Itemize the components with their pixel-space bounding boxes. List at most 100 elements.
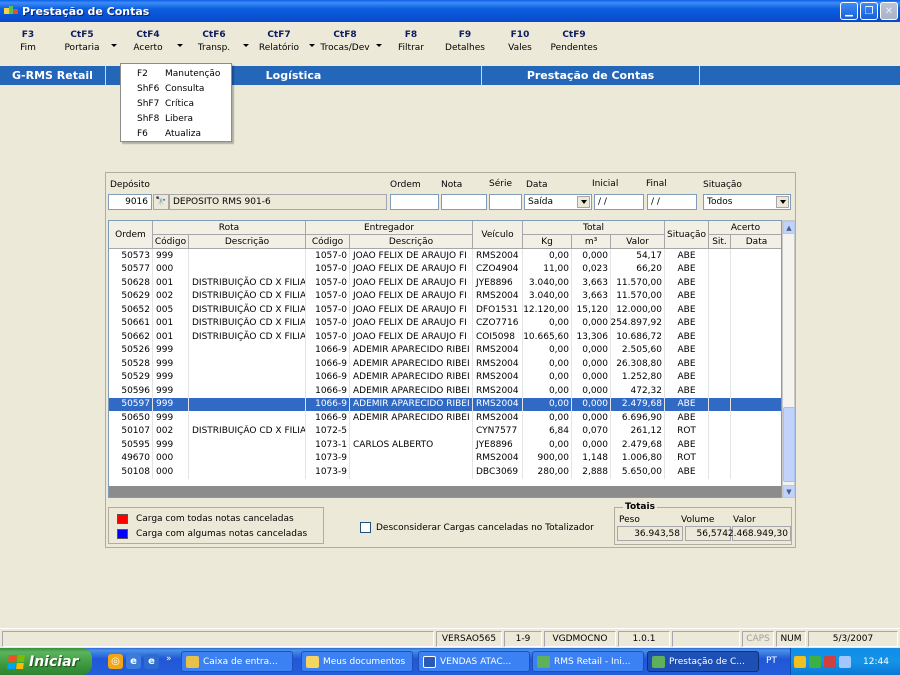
menu-item-consulta[interactable]: ShF6 Consulta	[121, 82, 231, 97]
tray-icon[interactable]	[824, 655, 836, 668]
tool-portaria[interactable]: CtF5 Portaria	[62, 30, 102, 53]
tray-icon[interactable]	[794, 655, 806, 668]
tool-trocas-dev[interactable]: CtF8 Trocas/Dev	[318, 30, 372, 53]
chevron-down-icon[interactable]	[177, 44, 183, 47]
start-button[interactable]: Iniciar	[0, 648, 92, 675]
cell-rota-codigo: 005	[153, 303, 189, 317]
scroll-up-button[interactable]: ▲	[783, 221, 795, 234]
language-indicator[interactable]: PT	[766, 656, 777, 666]
header-ent-codigo[interactable]: Código	[306, 235, 350, 249]
table-row[interactable]: 50595 999 1073-1 CARLOS ALBERTO JYE8896 0,00 0…	[109, 438, 781, 452]
table-row[interactable]: 50573 999 1057-0 JOAO FELIX DE ARAUJO FI RMS…	[109, 249, 781, 263]
header-situacao[interactable]: Situação	[665, 221, 709, 249]
header-valor[interactable]: Valor	[611, 235, 665, 249]
chevron-down-icon[interactable]	[577, 196, 590, 208]
chevron-down-icon[interactable]	[111, 44, 117, 47]
tool-acerto[interactable]: CtF4 Acerto	[128, 30, 168, 53]
table-row[interactable]: 50529 999 1066-9 ADEMIR APARECIDO RIBEI RMS2…	[109, 370, 781, 384]
chevron-down-icon[interactable]	[376, 44, 382, 47]
ie-icon[interactable]: e	[126, 654, 141, 669]
title-bar: Prestação de Contas ▁ ❐ ✕	[0, 0, 900, 22]
cell-kg: 10.665,60	[523, 330, 572, 344]
tool-pendentes[interactable]: CtF9 Pendentes	[550, 30, 598, 53]
tool-transp[interactable]: CtF6 Transp.	[194, 30, 234, 53]
close-button[interactable]: ✕	[880, 2, 898, 20]
task-prestacao[interactable]: Prestação de C...	[647, 651, 759, 672]
header-veiculo[interactable]: Veículo	[473, 221, 523, 249]
tool-filtrar[interactable]: F8 Filtrar	[396, 30, 426, 53]
final-label: Final	[646, 179, 667, 189]
header-rota-codigo[interactable]: Código	[153, 235, 189, 249]
table-row[interactable]: 50528 999 1066-9 ADEMIR APARECIDO RIBEI RMS2…	[109, 357, 781, 371]
tool-relatorio[interactable]: CtF7 Relatório	[256, 30, 302, 53]
final-input[interactable]: / /	[647, 194, 697, 210]
chevron-down-icon[interactable]	[243, 44, 249, 47]
inicial-input[interactable]: / /	[594, 194, 644, 210]
header-ent-descricao[interactable]: Descrição	[350, 235, 473, 249]
table-row[interactable]: 50662 001 DISTRIBUIÇÃO CD X FILIA 1057-0 JOA…	[109, 330, 781, 344]
table-row[interactable]: 50629 002 DISTRIBUIÇÃO CD X FILIA 1057-0 JOA…	[109, 289, 781, 303]
task-vendas[interactable]: VENDAS ATAC...	[418, 651, 530, 672]
status-build: 1.0.1	[618, 631, 670, 647]
menu-item-manutencao[interactable]: F2 Manutenção	[121, 67, 231, 82]
header-kg[interactable]: Kg	[523, 235, 572, 249]
table-row[interactable]: 50597 999 1066-9 ADEMIR APARECIDO RIBEI RMS2…	[109, 397, 781, 411]
menu-item-critica[interactable]: ShF7 Crítica	[121, 97, 231, 112]
table-row[interactable]: 50107 002 DISTRIBUIÇÃO CD X FILIA 1072-5 CYN…	[109, 424, 781, 438]
cell-situacao: ABE	[665, 289, 709, 303]
volume-icon[interactable]	[839, 655, 851, 668]
cell-veiculo: RMS2004	[473, 343, 523, 357]
cell-kg: 6,84	[523, 424, 572, 438]
deposito-code-field[interactable]: 9016	[108, 194, 152, 210]
chevron-right-icon[interactable]: »	[166, 654, 172, 664]
cell-data	[731, 263, 781, 277]
search-button[interactable]: 🔭	[153, 194, 169, 210]
header-data[interactable]: Data	[731, 235, 781, 249]
tool-fim[interactable]: F3 Fim	[20, 30, 36, 53]
data-select[interactable]: Saída	[524, 194, 592, 210]
app-icon	[652, 655, 665, 668]
table-row[interactable]: 50108 000 1073-9 DBC3069 280,00 2,888 5.650,00…	[109, 465, 781, 479]
cell-entregador-codigo: 1057-0	[306, 262, 350, 276]
table-row[interactable]: 50577 000 1057-0 JOAO FELIX DE ARAUJO FI CZO…	[109, 262, 781, 277]
menu-key: ShF7	[137, 98, 160, 109]
situacao-select[interactable]: Todos	[703, 194, 791, 210]
header-m3[interactable]: m³	[572, 235, 611, 249]
menu-item-atualiza[interactable]: F6 Atualiza	[121, 126, 231, 141]
task-meus-documentos[interactable]: Meus documentos	[301, 651, 413, 672]
scroll-thumb[interactable]	[783, 407, 795, 482]
table-row[interactable]: 50628 001 DISTRIBUIÇÃO CD X FILIA 1057-0 JOA…	[109, 276, 781, 290]
table-row[interactable]: 50650 999 1066-9 ADEMIR APARECIDO RIBEI RMS2…	[109, 411, 781, 425]
tray-icon[interactable]	[809, 655, 821, 668]
desconsiderar-checkbox[interactable]: Desconsiderar Cargas canceladas no Total…	[360, 522, 594, 533]
cell-kg: 280,00	[523, 465, 572, 479]
task-caixa-entrada[interactable]: Caixa de entra...	[181, 651, 293, 672]
tool-detalhes[interactable]: F9 Detalhes	[444, 30, 486, 53]
header-rota-descricao[interactable]: Descrição	[189, 235, 306, 249]
ordem-input[interactable]	[390, 194, 439, 210]
table-row[interactable]: 50526 999 1066-9 ADEMIR APARECIDO RIBEI RMS2…	[109, 343, 781, 357]
cell-m3: 0,000	[572, 343, 611, 357]
serie-input[interactable]	[489, 194, 522, 210]
nota-input[interactable]	[441, 194, 487, 210]
minimize-button[interactable]: ▁	[840, 2, 858, 20]
table-row[interactable]: 49670 000 1073-9 RMS2004 900,00 1,148 1.006,80…	[109, 451, 781, 465]
restore-button[interactable]: ❐	[860, 2, 878, 20]
taskbar: Iniciar ◎ e e » Caixa de entra... Meus d…	[0, 648, 900, 675]
table-row[interactable]: 50596 999 1066-9 ADEMIR APARECIDO RIBEI RMS2…	[109, 384, 781, 398]
cell-situacao: ABE	[665, 303, 709, 317]
scroll-down-button[interactable]: ▼	[783, 485, 795, 498]
quicklaunch-icon[interactable]: e	[144, 654, 159, 669]
header-ordem[interactable]: Ordem	[109, 221, 153, 249]
table-row[interactable]: 50652 005 DISTRIBUIÇÃO CD X FILIA 1057-0 JOA…	[109, 303, 781, 317]
quicklaunch-icon[interactable]: ◎	[108, 654, 123, 669]
chevron-down-icon[interactable]	[776, 196, 789, 208]
grid-scrollbar[interactable]: ▲ ▼	[782, 220, 795, 498]
chevron-down-icon[interactable]	[309, 44, 315, 47]
header-sit[interactable]: Sit.	[709, 235, 731, 249]
table-row[interactable]: 50661 001 DISTRIBUIÇÃO CD X FILIA 1057-0 JOA…	[109, 316, 781, 330]
task-rms-retail[interactable]: RMS Retail - Ini...	[532, 651, 644, 672]
checkbox-box[interactable]	[360, 522, 371, 533]
tool-vales[interactable]: F10 Vales	[506, 30, 534, 53]
menu-item-libera[interactable]: ShF8 Libera	[121, 111, 231, 126]
